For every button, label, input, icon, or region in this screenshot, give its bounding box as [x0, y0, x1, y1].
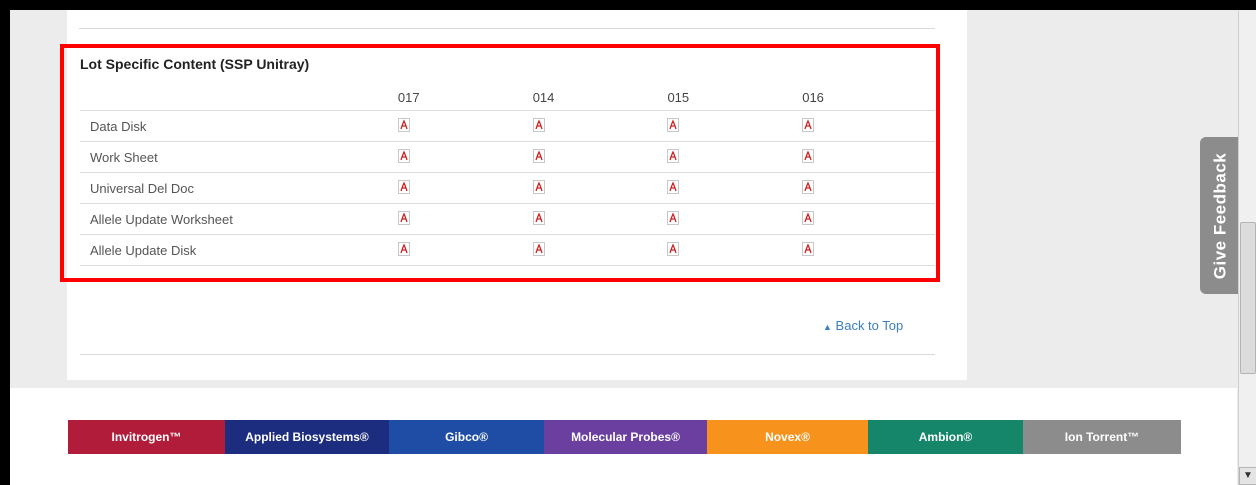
pdf-icon[interactable]	[667, 179, 680, 197]
pdf-cell	[655, 172, 791, 204]
lot-content-table: 017 014 015 016 Data Disk Work Sheet Unive…	[80, 84, 935, 266]
give-feedback-label: Give Feedback	[1210, 152, 1230, 279]
pdf-cell	[790, 203, 925, 235]
pdf-icon[interactable]	[397, 241, 410, 259]
row-label: Universal Del Doc	[80, 172, 386, 204]
row-label: Work Sheet	[80, 141, 386, 173]
table-header-row: 017 014 015 016	[80, 84, 935, 111]
back-to-top-label: Back to Top	[835, 318, 904, 333]
scrollbar-thumb[interactable]	[1240, 222, 1256, 374]
pdf-icon[interactable]	[667, 241, 680, 259]
pdf-cell	[655, 234, 791, 266]
chevron-down-icon: ▼	[1243, 470, 1253, 481]
brand-link[interactable]: Applied Biosystems®	[225, 420, 389, 454]
pdf-icon[interactable]	[397, 210, 410, 228]
pdf-cell	[790, 141, 925, 173]
row-label: Data Disk	[80, 110, 386, 142]
window-frame-top	[0, 0, 1256, 10]
column-header: 014	[520, 84, 656, 111]
column-header: 017	[385, 84, 521, 111]
row-spacer	[925, 203, 935, 235]
pdf-cell	[655, 110, 791, 142]
pdf-cell	[385, 234, 521, 266]
table-row: Universal Del Doc	[80, 172, 935, 204]
pdf-cell	[385, 203, 521, 235]
pdf-cell	[790, 172, 925, 204]
pdf-cell	[520, 110, 656, 142]
brand-link[interactable]: Ion Torrent™	[1023, 420, 1181, 454]
pdf-icon[interactable]	[802, 148, 815, 166]
pdf-cell	[520, 141, 656, 173]
pdf-icon[interactable]	[532, 210, 545, 228]
pdf-cell	[520, 234, 656, 266]
pdf-icon[interactable]	[532, 241, 545, 259]
column-header: 016	[790, 84, 925, 111]
divider	[79, 28, 935, 29]
pdf-cell	[655, 141, 791, 173]
section-title: Lot Specific Content (SSP Unitray)	[80, 56, 310, 72]
table-header-spacer	[925, 84, 935, 111]
table-row: Allele Update Worksheet	[80, 203, 935, 235]
pdf-icon[interactable]	[532, 117, 545, 135]
pdf-cell	[385, 110, 521, 142]
row-spacer	[925, 234, 935, 266]
divider	[80, 354, 935, 355]
table-header-empty	[80, 84, 386, 111]
give-feedback-tab[interactable]: Give Feedback	[1200, 137, 1240, 294]
pdf-icon[interactable]	[397, 148, 410, 166]
pdf-icon[interactable]	[397, 117, 410, 135]
pdf-icon[interactable]	[397, 179, 410, 197]
table-row: Allele Update Disk	[80, 234, 935, 266]
brand-link[interactable]: Gibco®	[389, 420, 544, 454]
brand-link[interactable]: Invitrogen™	[68, 420, 225, 454]
pdf-icon[interactable]	[802, 179, 815, 197]
pdf-cell	[520, 172, 656, 204]
pdf-icon[interactable]	[532, 179, 545, 197]
row-spacer	[925, 110, 935, 142]
brand-link[interactable]: Novex®	[707, 420, 868, 454]
pdf-icon[interactable]	[667, 210, 680, 228]
pdf-cell	[790, 234, 925, 266]
pdf-icon[interactable]	[667, 148, 680, 166]
pdf-icon[interactable]	[802, 241, 815, 259]
brand-link[interactable]: Ambion®	[868, 420, 1023, 454]
table-row: Data Disk	[80, 110, 935, 142]
pdf-cell	[520, 203, 656, 235]
pdf-icon[interactable]	[802, 117, 815, 135]
pdf-icon[interactable]	[802, 210, 815, 228]
scroll-down-button[interactable]: ▼	[1239, 467, 1256, 485]
row-label: Allele Update Worksheet	[80, 203, 386, 235]
pdf-icon[interactable]	[667, 117, 680, 135]
pdf-cell	[385, 141, 521, 173]
row-spacer	[925, 141, 935, 173]
table-row: Work Sheet	[80, 141, 935, 173]
window-frame-left	[0, 0, 10, 485]
pdf-cell	[655, 203, 791, 235]
double-chevron-up-icon: ▲	[823, 322, 832, 332]
row-spacer	[925, 172, 935, 204]
pdf-icon[interactable]	[532, 148, 545, 166]
pdf-cell	[790, 110, 925, 142]
pdf-cell	[385, 172, 521, 204]
brand-bar: Invitrogen™ Applied Biosystems® Gibco® Mole…	[68, 420, 1181, 454]
row-label: Allele Update Disk	[80, 234, 386, 266]
brand-link[interactable]: Molecular Probes®	[544, 420, 707, 454]
back-to-top-link[interactable]: ▲ Back to Top	[823, 318, 903, 333]
column-header: 015	[655, 84, 791, 111]
